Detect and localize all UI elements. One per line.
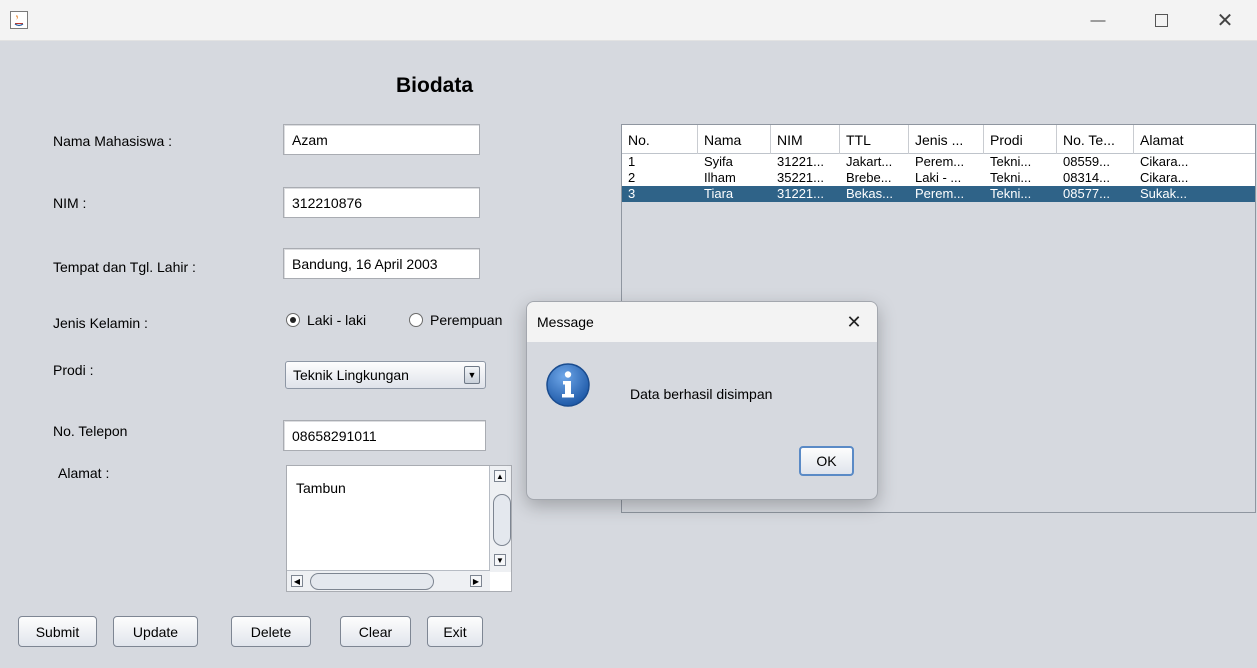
- delete-button[interactable]: Delete: [231, 616, 311, 647]
- radio-laki-laki-indicator[interactable]: [286, 313, 300, 327]
- nama-input-value: Azam: [292, 131, 328, 148]
- table-cell: Sukak...: [1140, 186, 1187, 201]
- table-cell: 08577...: [1063, 186, 1110, 201]
- table-cell: Tekni...: [990, 170, 1032, 185]
- submit-button[interactable]: Submit: [18, 616, 97, 647]
- ttl-input-value: Bandung, 16 April 2003: [292, 255, 438, 272]
- radio-perempuan-indicator[interactable]: [409, 313, 423, 327]
- minimize-icon[interactable]: —: [1075, 0, 1121, 40]
- scroll-up-icon[interactable]: ▲: [494, 470, 506, 482]
- message-dialog: Message ✕ Data berhasil disimpan OK: [526, 301, 878, 500]
- label-jenis-kelamin: Jenis Kelamin :: [53, 315, 148, 331]
- table-cell: Syifa: [704, 154, 733, 169]
- column-header-alamat[interactable]: Alamat: [1134, 125, 1255, 154]
- java-app-icon: [10, 11, 28, 29]
- column-header-nim[interactable]: NIM: [771, 125, 840, 154]
- table-header: No. Nama NIM TTL Jenis ... Prodi No. Te.…: [622, 125, 1255, 154]
- label-telepon: No. Telepon: [53, 423, 128, 439]
- table-cell: Cikara...: [1140, 154, 1189, 169]
- telepon-input[interactable]: 08658291011: [283, 420, 486, 451]
- label-nama: Nama Mahasiswa :: [53, 133, 173, 149]
- table-cell: 08314...: [1063, 170, 1110, 185]
- page-title: Biodata: [396, 74, 474, 97]
- prodi-select-value: Teknik Lingkungan: [293, 367, 409, 383]
- table-cell: Laki - ...: [915, 170, 962, 185]
- table-row[interactable]: 1 Syifa 31221... Jakart... Perem... Tekn…: [622, 154, 1255, 170]
- table-cell: 3: [628, 186, 636, 201]
- clear-button[interactable]: Clear: [340, 616, 411, 647]
- table-row[interactable]: 2 Ilham 35221... Brebe... Laki - ... Tek…: [622, 170, 1255, 186]
- table-cell: Perem...: [915, 186, 965, 201]
- maximize-icon[interactable]: [1138, 0, 1184, 40]
- column-header-prodi[interactable]: Prodi: [984, 125, 1057, 154]
- vertical-scroll-thumb[interactable]: [493, 494, 511, 546]
- table-cell: Bekas...: [846, 186, 893, 201]
- dialog-close-icon[interactable]: ✕: [841, 309, 867, 335]
- scroll-right-icon[interactable]: ▶: [470, 575, 482, 587]
- scroll-left-icon[interactable]: ◀: [291, 575, 303, 587]
- radio-laki-laki[interactable]: Laki - laki: [286, 312, 366, 328]
- window-titlebar: [0, 0, 1257, 41]
- close-icon[interactable]: ✕: [1202, 0, 1248, 40]
- table-cell: Tekni...: [990, 186, 1032, 201]
- table-cell: 31221...: [777, 186, 824, 201]
- column-header-no[interactable]: No.: [622, 125, 698, 154]
- table-cell: 08559...: [1063, 154, 1110, 169]
- table-cell: Jakart...: [846, 154, 893, 169]
- table-cell: Tekni...: [990, 154, 1032, 169]
- table-cell: Cikara...: [1140, 170, 1189, 185]
- radio-perempuan[interactable]: Perempuan: [409, 312, 502, 328]
- column-header-ttl[interactable]: TTL: [840, 125, 909, 154]
- horizontal-scroll-thumb[interactable]: [310, 573, 434, 590]
- table-cell: Perem...: [915, 154, 965, 169]
- radio-perempuan-label: Perempuan: [430, 312, 503, 328]
- label-alamat: Alamat :: [58, 465, 110, 481]
- telepon-input-value: 08658291011: [292, 427, 377, 444]
- label-nim: NIM :: [53, 195, 87, 211]
- table-cell: Ilham: [704, 170, 736, 185]
- alamat-textarea-value: Tambun: [296, 480, 346, 496]
- label-ttl: Tempat dan Tgl. Lahir :: [53, 259, 196, 275]
- table-cell: 31221...: [777, 154, 824, 169]
- table-row-selected[interactable]: 3 Tiara 31221... Bekas... Perem... Tekni…: [622, 186, 1255, 202]
- dialog-message: Data berhasil disimpan: [630, 386, 773, 402]
- table-cell: 35221...: [777, 170, 824, 185]
- table-cell: 1: [628, 154, 636, 169]
- update-button[interactable]: Update: [113, 616, 198, 647]
- column-header-jenis-kelamin[interactable]: Jenis ...: [909, 125, 984, 154]
- nama-input[interactable]: Azam: [283, 124, 480, 155]
- nim-input[interactable]: 312210876: [283, 187, 480, 218]
- exit-button[interactable]: Exit: [427, 616, 483, 647]
- radio-laki-laki-label: Laki - laki: [307, 312, 367, 328]
- nim-input-value: 312210876: [292, 194, 363, 211]
- scroll-down-icon[interactable]: ▼: [494, 554, 506, 566]
- column-header-telepon[interactable]: No. Te...: [1057, 125, 1134, 154]
- table-cell: 2: [628, 170, 636, 185]
- column-header-nama[interactable]: Nama: [698, 125, 771, 154]
- dialog-title: Message: [537, 314, 594, 330]
- label-prodi: Prodi :: [53, 362, 94, 378]
- ok-button[interactable]: OK: [799, 446, 854, 476]
- chevron-down-icon[interactable]: ▼: [464, 366, 480, 384]
- info-icon: [545, 362, 591, 408]
- ttl-input[interactable]: Bandung, 16 April 2003: [283, 248, 480, 279]
- prodi-select[interactable]: Teknik Lingkungan ▼: [285, 361, 486, 389]
- table-cell: Brebe...: [846, 170, 892, 185]
- table-cell: Tiara: [704, 186, 734, 201]
